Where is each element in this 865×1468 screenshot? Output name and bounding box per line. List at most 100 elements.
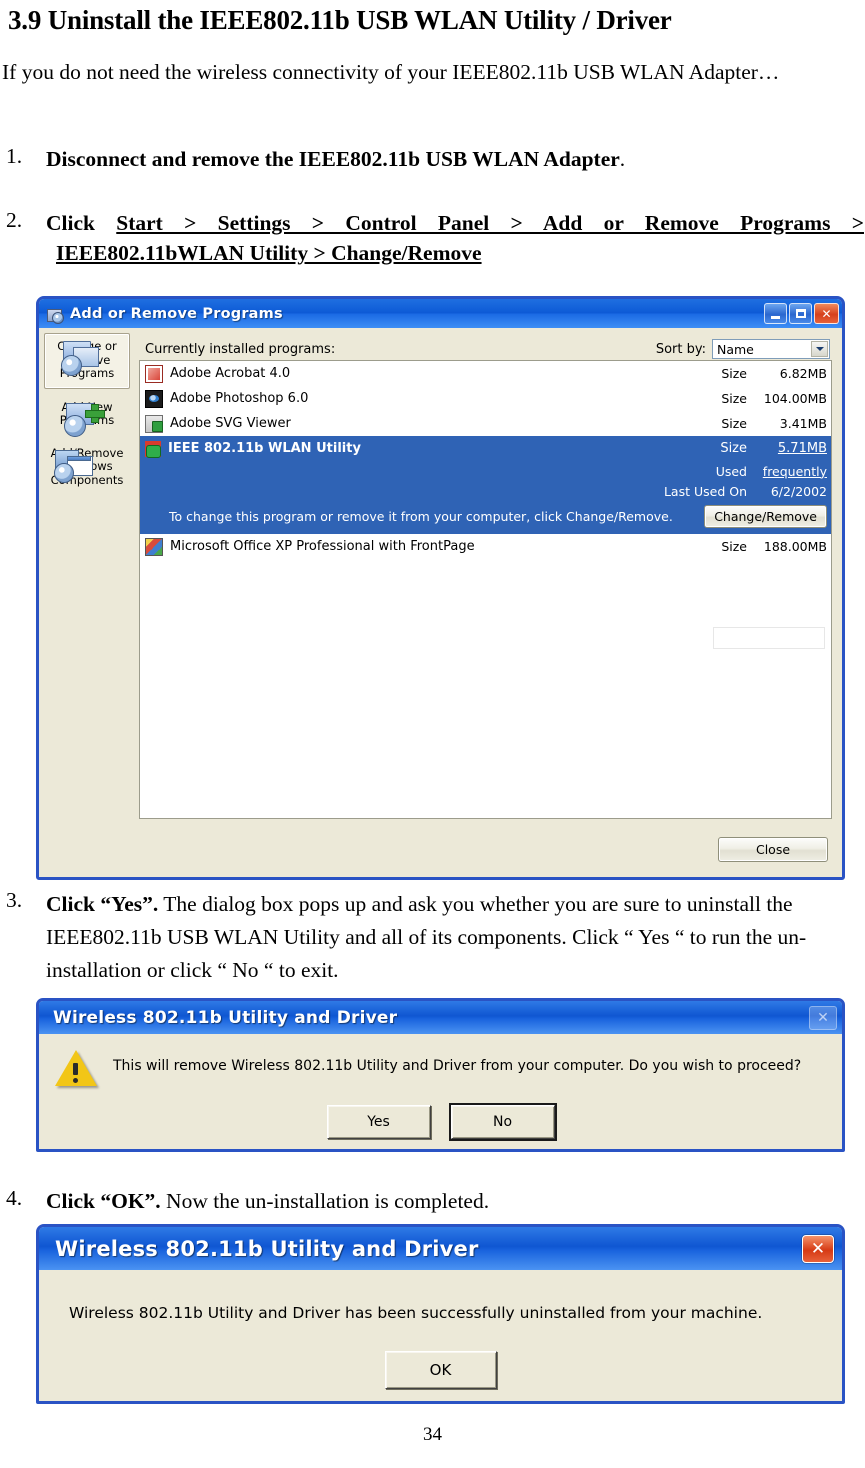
step-2-path-line-2: IEEE802.11bWLAN Utility > Change/Remove <box>56 241 482 265</box>
program-name-cell: Adobe Acrobat 4.0 <box>145 364 687 383</box>
maximize-button[interactable] <box>789 303 812 324</box>
step-4-body: Click “OK”. Now the un-installation is c… <box>46 1186 489 1216</box>
adobe-photoshop-icon <box>145 389 163 408</box>
step-4-rest: Now the un-installation is completed. <box>160 1189 490 1213</box>
last-used-value: 6/2/2002 <box>770 483 827 499</box>
sort-by-label: Sort by: <box>655 341 706 357</box>
size-value: 6.82MB <box>779 366 827 381</box>
list-item[interactable]: Microsoft Office XP Professional with Fr… <box>140 534 831 559</box>
step-1-number: 1. <box>6 144 23 168</box>
no-button[interactable]: No <box>448 1103 557 1141</box>
used-label: Used <box>715 463 747 479</box>
step-2-prefix: Click <box>46 211 117 235</box>
step-2-line-1: Click Start > Settings > Control Panel >… <box>46 208 864 238</box>
list-item[interactable]: Adobe SVG Viewer Size 3.41MB <box>140 411 831 436</box>
program-name-cell: Adobe Photoshop 6.0 <box>145 389 687 408</box>
page-title: 3.9 Uninstall the IEEE802.11b USB WLAN U… <box>8 5 672 35</box>
selected-program-used-row: Used frequently <box>145 461 827 481</box>
uninstall-success-dialog[interactable]: Wireless 802.11b Utility and Driver ✕ Wi… <box>36 1224 845 1404</box>
program-name: Adobe Photoshop 6.0 <box>170 391 309 406</box>
dialog-button-row: Yes No <box>39 1103 842 1141</box>
size-label: Size <box>721 391 747 406</box>
sidebar-item-add-new-programs[interactable]: Add New Programs <box>44 395 130 437</box>
step-3-body: Click “Yes”. The dialog box pops up and … <box>46 888 856 987</box>
program-name: Adobe Acrobat 4.0 <box>170 366 291 381</box>
close-button[interactable]: Close <box>718 836 828 862</box>
size-value: 104.00MB <box>763 391 827 406</box>
sidebar-item-add-remove-windows-components[interactable]: Add/Remove Windows Components <box>44 441 130 495</box>
sort-by-control[interactable]: Sort by: Name <box>656 339 830 359</box>
sort-by-select[interactable]: Name <box>712 339 830 359</box>
dialog-message: This will remove Wireless 802.11b Utilit… <box>113 1058 802 1074</box>
microsoft-office-icon <box>145 537 163 556</box>
yes-button[interactable]: Yes <box>326 1105 431 1139</box>
window-title: Add or Remove Programs <box>70 305 283 322</box>
window-body: Change or Remove Programs Add New Progra… <box>39 328 842 877</box>
size-value: 3.41MB <box>779 416 827 431</box>
size-value: 5.71MB <box>777 441 827 456</box>
step-2-body: Click Start > Settings > Control Panel >… <box>46 208 864 268</box>
step-3-number: 3. <box>6 888 23 912</box>
adobe-svg-viewer-icon <box>145 414 163 433</box>
add-or-remove-programs-window[interactable]: Add or Remove Programs ✕ Change or Remov… <box>36 296 845 880</box>
dialog-titlebar[interactable]: Wireless 802.11b Utility and Driver ✕ <box>39 1227 842 1270</box>
chevron-down-icon[interactable] <box>811 341 828 357</box>
step-1-bold: Disconnect and remove the IEEE802.11b US… <box>46 147 620 171</box>
dialog-title: Wireless 802.11b Utility and Driver <box>53 1007 398 1028</box>
change-remove-button[interactable]: Change/Remove <box>704 504 827 528</box>
close-icon[interactable]: ✕ <box>814 303 839 324</box>
dialog-button-row: OK <box>39 1351 842 1389</box>
list-render-artifact <box>140 603 831 623</box>
program-name-cell: Microsoft Office XP Professional with Fr… <box>145 537 687 556</box>
dialog-title: Wireless 802.11b Utility and Driver <box>55 1236 479 1261</box>
ok-button[interactable]: OK <box>384 1351 497 1389</box>
dialog-message-row: This will remove Wireless 802.11b Utilit… <box>55 1048 826 1088</box>
minimize-button[interactable] <box>764 303 787 324</box>
step-4-bold: Click “OK”. <box>46 1189 161 1213</box>
step-2-number: 2. <box>6 208 23 232</box>
dialog-message: Wireless 802.11b Utility and Driver has … <box>69 1304 763 1322</box>
window-titlebar[interactable]: Add or Remove Programs ✕ <box>39 299 842 328</box>
sidebar: Change or Remove Programs Add New Progra… <box>39 328 133 877</box>
sidebar-item-change-or-remove-programs[interactable]: Change or Remove Programs <box>44 333 130 389</box>
main-panel: Currently installed programs: Sort by: N… <box>133 328 842 877</box>
dialog-body: This will remove Wireless 802.11b Utilit… <box>39 1034 842 1149</box>
size-value: 188.00MB <box>763 539 827 554</box>
confirm-uninstall-dialog[interactable]: Wireless 802.11b Utility and Driver ✕ Th… <box>36 998 845 1152</box>
last-used-label: Last Used On <box>663 483 747 499</box>
list-item[interactable]: Adobe Acrobat 4.0 Size 6.82MB <box>140 361 831 386</box>
list-item[interactable]: Adobe Photoshop 6.0 Size 104.00MB <box>140 386 831 411</box>
window-control-buttons[interactable]: ✕ <box>764 303 839 324</box>
step-1-rest: . <box>619 147 626 171</box>
used-value[interactable]: frequently <box>747 464 827 479</box>
size-label: Size <box>721 416 747 431</box>
selected-program-action-row: To change this program or remove it from… <box>145 504 827 528</box>
program-name: Adobe SVG Viewer <box>170 416 291 431</box>
installed-programs-list[interactable]: Adobe Acrobat 4.0 Size 6.82MB Adobe Phot… <box>139 360 832 819</box>
dialog-titlebar[interactable]: Wireless 802.11b Utility and Driver ✕ <box>39 1001 842 1034</box>
page-number: 34 <box>423 1424 442 1445</box>
intro-paragraph: If you do not need the wireless connecti… <box>2 58 863 87</box>
adobe-acrobat-icon <box>145 364 163 383</box>
program-name: Microsoft Office XP Professional with Fr… <box>170 539 475 554</box>
change-remove-hint: To change this program or remove it from… <box>169 508 673 524</box>
dialog-body: Wireless 802.11b Utility and Driver has … <box>39 1270 842 1401</box>
close-icon: ✕ <box>809 1005 837 1030</box>
wlan-utility-icon <box>145 440 161 458</box>
warning-icon <box>55 1050 97 1088</box>
list-render-artifact-box <box>713 627 825 649</box>
sort-by-value: Name <box>717 341 754 357</box>
window-footer: Close <box>133 821 842 877</box>
size-label: Size <box>721 366 747 381</box>
close-icon[interactable]: ✕ <box>802 1234 834 1263</box>
add-remove-programs-title-icon <box>46 305 64 324</box>
step-2-path-line-1: Start > Settings > Control Panel > Add o… <box>116 211 864 235</box>
list-item-selected[interactable]: IEEE 802.11b WLAN Utility Size 5.71MB Us… <box>140 436 831 534</box>
size-label: Size <box>721 539 747 554</box>
step-3-bold: Click “Yes”. <box>46 892 159 916</box>
intro-text: If you do not need the wireless connecti… <box>2 60 780 84</box>
selected-program-header: IEEE 802.11b WLAN Utility Size 5.71MB <box>145 436 827 461</box>
step-3-rest: The dialog box pops up and ask you wheth… <box>46 892 807 982</box>
program-name-cell: IEEE 802.11b WLAN Utility <box>145 440 687 458</box>
selected-program-last-used-row: Last Used On 6/2/2002 <box>145 481 827 501</box>
